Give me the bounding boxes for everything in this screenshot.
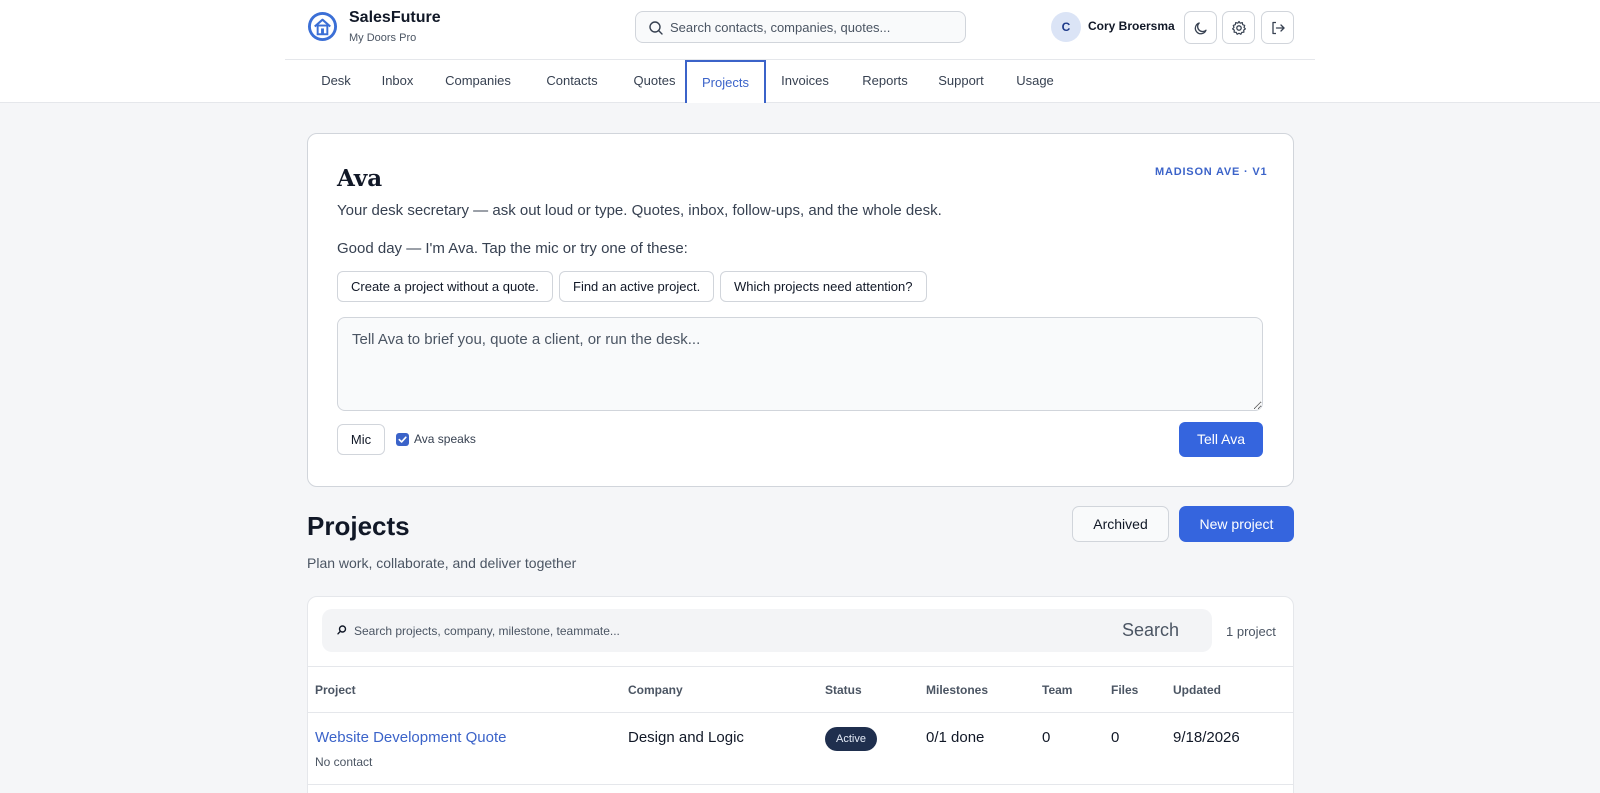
tab-quotes[interactable]: Quotes (622, 60, 687, 103)
global-search-input[interactable] (670, 12, 960, 42)
status-badge: Active (825, 727, 877, 751)
mic-button[interactable]: Mic (337, 424, 385, 455)
brand-name[interactable]: SalesFuture (349, 9, 441, 27)
project-team: 0 (1042, 729, 1051, 746)
avatar[interactable]: C (1051, 12, 1081, 42)
suggestion-find-active-project[interactable]: Find an active project. (559, 271, 715, 302)
ava-description: Your desk secretary — ask out loud or ty… (337, 202, 942, 219)
column-header-project[interactable]: Project (315, 683, 356, 697)
ava-title: Ava (337, 165, 383, 192)
logout-icon (1272, 21, 1285, 35)
column-header-files[interactable]: Files (1111, 683, 1138, 697)
search-icon (649, 21, 663, 35)
project-company: Design and Logic (628, 729, 744, 746)
column-header-status[interactable]: Status (825, 683, 862, 697)
user-name[interactable]: Cory Broersma (1088, 19, 1175, 33)
project-milestones: 0/1 done (926, 729, 985, 746)
ava-prompt-input[interactable] (337, 317, 1263, 411)
column-header-milestones[interactable]: Milestones (926, 683, 988, 697)
global-search[interactable] (635, 11, 966, 43)
project-count: 1 project (1226, 624, 1276, 639)
theme-toggle-button[interactable] (1184, 11, 1217, 44)
tab-contacts[interactable]: Contacts (532, 60, 612, 103)
app-header: SalesFuture My Doors Pro C Cory Broersma… (0, 0, 1600, 103)
gear-icon (1232, 20, 1246, 35)
project-name-link[interactable]: Website Development Quote (315, 729, 507, 746)
new-project-button[interactable]: New project (1179, 506, 1294, 542)
page-subtitle: Plan work, collaborate, and deliver toge… (307, 555, 577, 571)
ava-version-badge: MADISON AVE · V1 (1155, 166, 1268, 178)
tab-projects[interactable]: Projects (685, 60, 766, 103)
project-search-input[interactable] (354, 609, 1074, 652)
tab-usage[interactable]: Usage (1005, 60, 1065, 103)
brand-subtitle: My Doors Pro (349, 32, 417, 44)
ava-greeting: Good day — I'm Ava. Tap the mic or try o… (337, 240, 688, 257)
tab-desk[interactable]: Desk (311, 60, 361, 103)
project-search-button[interactable]: Search (1122, 620, 1179, 641)
table-divider (307, 784, 1294, 785)
house-logo-icon[interactable] (307, 11, 338, 42)
column-header-company[interactable]: Company (628, 683, 683, 697)
tab-reports[interactable]: Reports (850, 60, 920, 103)
tab-support[interactable]: Support (928, 60, 994, 103)
column-header-team[interactable]: Team (1042, 683, 1072, 697)
project-updated: 9/18/2026 (1173, 729, 1240, 746)
settings-button[interactable] (1222, 11, 1255, 44)
column-header-updated[interactable]: Updated (1173, 683, 1221, 697)
tab-inbox[interactable]: Inbox (371, 60, 424, 103)
project-contact: No contact (315, 755, 373, 769)
archived-button[interactable]: Archived (1072, 506, 1169, 542)
table-divider (307, 666, 1294, 667)
tell-ava-button[interactable]: Tell Ava (1179, 422, 1263, 457)
tab-companies[interactable]: Companies (434, 60, 522, 103)
table-divider (307, 712, 1294, 713)
ava-speaks-checkbox[interactable] (396, 433, 409, 446)
search-icon (337, 625, 347, 635)
checkmark-icon (398, 436, 407, 443)
ava-speaks-label[interactable]: Ava speaks (414, 432, 476, 446)
project-files: 0 (1111, 729, 1120, 746)
tab-invoices[interactable]: Invoices (772, 60, 838, 103)
suggestion-create-project[interactable]: Create a project without a quote. (337, 271, 553, 302)
logout-button[interactable] (1261, 11, 1294, 44)
suggestion-projects-attention[interactable]: Which projects need attention? (720, 271, 927, 302)
moon-icon (1194, 22, 1207, 35)
page-title: Projects (307, 511, 410, 541)
project-search[interactable] (322, 609, 1212, 652)
